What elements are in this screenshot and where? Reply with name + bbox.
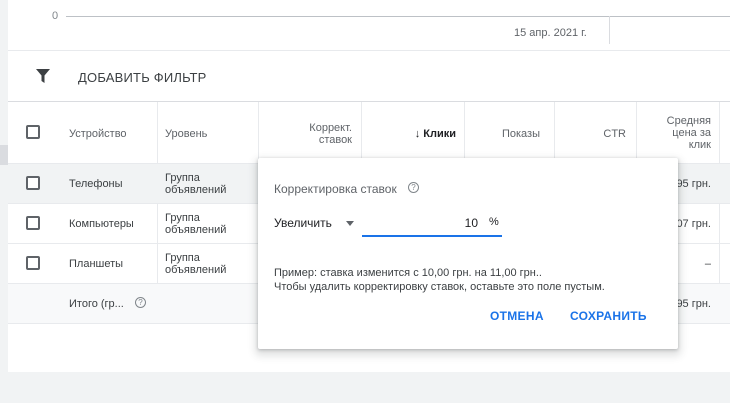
level-line1: Группа <box>165 172 200 184</box>
filter-bar[interactable]: ДОБАВИТЬ ФИЛЬТР <box>8 51 730 101</box>
level-cell: Группа объявлений <box>165 172 226 196</box>
axis-zero-label: 0 <box>52 10 59 22</box>
column-device[interactable]: Устройство <box>69 128 127 140</box>
row-checkbox[interactable] <box>26 176 40 190</box>
chart-baseline <box>66 16 730 17</box>
column-bid-adjustment-line1: Коррект. <box>309 122 352 134</box>
percent-input[interactable] <box>362 210 502 237</box>
level-line1: Группа <box>165 252 200 264</box>
column-bid-adjustment[interactable]: Коррект. ставок <box>266 122 352 146</box>
adjustment-direction-dropdown[interactable]: Увеличить <box>274 216 332 230</box>
example-line2: Чтобы удалить корректировку ставок, оста… <box>274 281 605 293</box>
popup-title: Корректировка ставок <box>274 182 397 196</box>
column-bid-adjustment-line2: ставок <box>318 134 352 146</box>
level-cell: Группа объявлений <box>165 252 226 276</box>
percent-suffix: % <box>489 216 499 228</box>
save-button[interactable]: СОХРАНИТЬ <box>570 309 647 323</box>
filter-icon[interactable] <box>36 69 50 83</box>
date-label: 15 апр. 2021 г. <box>514 27 587 39</box>
level-line2: объявлений <box>165 224 227 236</box>
level-line2: объявлений <box>165 264 227 276</box>
row-highlight-marker <box>0 145 8 165</box>
column-avg-cpc-line2: цена за <box>672 127 711 139</box>
column-level[interactable]: Уровень <box>165 128 207 140</box>
column-avg-cpc-line3: клик <box>688 139 711 151</box>
cancel-button[interactable]: ОТМЕНА <box>490 309 544 323</box>
device-cell: Телефоны <box>69 178 123 190</box>
column-avg-cpc[interactable]: Средняя цена за клик <box>648 115 711 151</box>
chevron-down-icon[interactable] <box>346 221 354 226</box>
bid-adjustment-popup: Корректировка ставок ? Увеличить % Приме… <box>258 158 678 349</box>
level-cell: Группа объявлений <box>165 212 226 236</box>
column-ctr[interactable]: CTR <box>568 128 626 140</box>
table-header: Устройство Уровень Коррект. ставок ↓ Кли… <box>8 102 730 163</box>
row-checkbox[interactable] <box>26 216 40 230</box>
date-tick <box>609 16 610 44</box>
device-cell: Планшеты <box>69 258 124 270</box>
column-clicks[interactable]: ↓ Клики <box>378 128 456 140</box>
total-label: Итого (гр... <box>69 298 124 310</box>
level-line1: Группа <box>165 212 200 224</box>
help-icon[interactable]: ? <box>135 297 146 308</box>
example-line1: Пример: ставка изменится с 10,00 грн. на… <box>274 267 542 279</box>
row-checkbox[interactable] <box>26 256 40 270</box>
add-filter-button[interactable]: ДОБАВИТЬ ФИЛЬТР <box>78 70 207 85</box>
select-all-checkbox[interactable] <box>26 125 40 139</box>
device-cell: Компьютеры <box>69 218 134 230</box>
column-impressions[interactable]: Показы <box>478 128 540 140</box>
help-icon[interactable]: ? <box>408 182 419 193</box>
level-line2: объявлений <box>165 184 227 196</box>
chart-strip: 0 15 апр. 2021 г. <box>8 0 730 50</box>
left-gutter <box>0 0 8 403</box>
column-avg-cpc-line1: Средняя <box>666 115 711 127</box>
example-text: Пример: ставка изменится с 10,00 грн. на… <box>274 266 605 294</box>
